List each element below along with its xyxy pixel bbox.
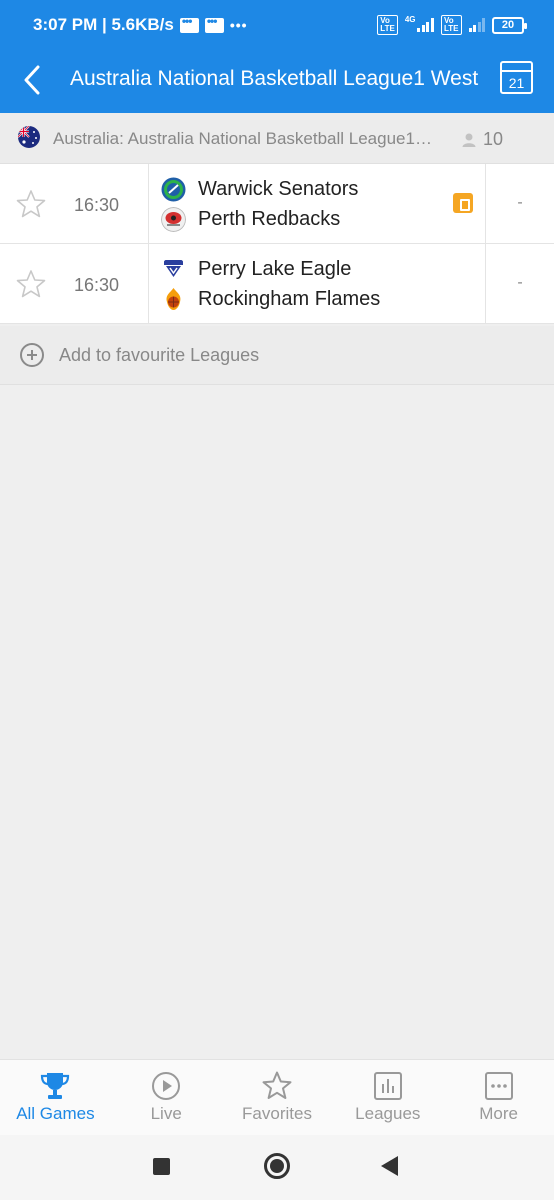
match-row[interactable]: 16:30 Perry Lake Eagle Rockingham Flames… <box>0 244 554 324</box>
column-divider <box>148 244 149 323</box>
away-team: Rockingham Flames <box>161 286 380 312</box>
system-back-button[interactable] <box>381 1156 398 1176</box>
add-favourite-league-button[interactable]: Add to favourite Leagues <box>0 326 554 385</box>
more-icon <box>484 1072 513 1100</box>
match-row[interactable]: 16:30 Warwick Senators Perth Redbacks - <box>0 164 554 244</box>
match-time: 16:30 <box>74 275 120 295</box>
away-team-name: Rockingham Flames <box>198 287 381 310</box>
calendar-button[interactable]: 21 <box>500 61 533 94</box>
app-header: Australia National Basketball League1 We… <box>0 50 554 113</box>
match-score: - <box>517 274 523 291</box>
battery-icon: 20 <box>492 16 527 34</box>
nav-label: All Games <box>16 1104 95 1123</box>
followers-value: 10 <box>482 129 503 149</box>
status-time: 3:07 PM | 5.6KB/s <box>33 15 174 34</box>
bottom-navigation: All Games Live Favorites Leagues More <box>0 1059 554 1135</box>
team-logo-icon <box>163 258 184 280</box>
page-title: Australia National Basketball League1 We… <box>70 67 479 90</box>
message-icon <box>179 14 199 33</box>
nav-label: More <box>479 1104 518 1123</box>
message-icon <box>204 14 224 33</box>
match-time: 16:30 <box>74 195 120 215</box>
home-team: Warwick Senators <box>161 176 358 202</box>
star-icon <box>262 1071 292 1099</box>
system-navigation-bar <box>0 1135 554 1200</box>
followers-count: 10 <box>461 129 503 150</box>
match-score: - <box>517 194 523 211</box>
recent-apps-button[interactable] <box>153 1158 170 1175</box>
signal-icon <box>468 18 485 32</box>
volte-icon: Vo LTE <box>377 15 398 35</box>
column-divider <box>148 164 149 243</box>
play-circle-icon <box>152 1072 181 1100</box>
nav-label: Live <box>150 1104 182 1123</box>
team-logo-icon <box>161 206 186 232</box>
calendar-day: 21 <box>508 75 525 91</box>
person-icon <box>462 133 476 147</box>
back-button[interactable] <box>14 62 50 98</box>
nav-leagues[interactable]: Leagues <box>332 1060 443 1135</box>
nav-all-games[interactable]: All Games <box>0 1060 111 1135</box>
away-team: Perth Redbacks <box>161 206 340 232</box>
nav-label: Leagues <box>355 1104 421 1123</box>
network-type-label: 4G <box>404 15 416 24</box>
league-name: Australia: Australia National Basketball… <box>53 129 433 148</box>
league-header-row[interactable]: Australia: Australia National Basketball… <box>0 113 554 164</box>
favorite-star-icon[interactable] <box>16 189 46 219</box>
favorite-star-icon[interactable] <box>16 269 46 299</box>
live-stream-icon[interactable] <box>453 193 473 213</box>
status-bar: 3:07 PM | 5.6KB/s ••• VoLTE 4G VoLTE 20 <box>0 0 554 50</box>
home-team-name: Warwick Senators <box>198 177 359 200</box>
plus-circle-icon <box>20 343 44 367</box>
volte-icon: Vo LTE <box>440 15 462 35</box>
more-notifications-icon: ••• <box>229 17 248 33</box>
team-logo-icon <box>161 177 186 201</box>
nav-label: Favorites <box>242 1104 312 1123</box>
add-favourite-label: Add to favourite Leagues <box>59 345 260 365</box>
match-list: 16:30 Warwick Senators Perth Redbacks - <box>0 164 554 324</box>
signal-icon <box>417 18 434 32</box>
trophy-icon <box>41 1073 70 1099</box>
bar-chart-icon <box>373 1072 402 1100</box>
nav-favorites[interactable]: Favorites <box>222 1060 333 1135</box>
australia-flag-icon <box>18 126 40 148</box>
home-team-name: Perry Lake Eagle <box>198 257 352 280</box>
home-team: Perry Lake Eagle <box>161 256 351 282</box>
nav-live[interactable]: Live <box>111 1060 222 1135</box>
nav-more[interactable]: More <box>443 1060 554 1135</box>
team-logo-icon <box>166 287 181 310</box>
chevron-left-icon <box>24 65 40 95</box>
away-team-name: Perth Redbacks <box>198 207 341 230</box>
home-button[interactable] <box>264 1153 290 1179</box>
